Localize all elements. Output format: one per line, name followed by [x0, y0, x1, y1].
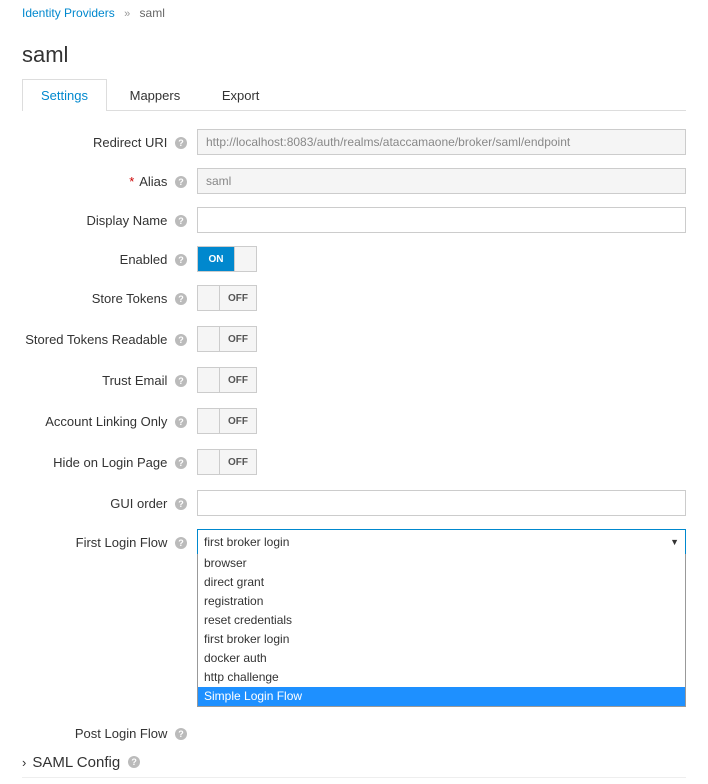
breadcrumb: Identity Providers » saml	[22, 6, 686, 20]
saml-config-section-toggle[interactable]: › SAML Config ?	[22, 754, 686, 778]
flow-option[interactable]: first broker login	[198, 630, 685, 649]
help-icon[interactable]: ?	[175, 137, 187, 149]
enabled-toggle[interactable]: ON	[197, 246, 257, 272]
first-login-flow-dropdown[interactable]: browserdirect grantregistrationreset cre…	[197, 554, 686, 707]
first-login-flow-value: first broker login	[204, 535, 289, 549]
toggle-handle	[198, 368, 220, 392]
redirect-uri-input[interactable]	[197, 129, 686, 155]
toggle-handle	[198, 286, 220, 310]
flow-option[interactable]: reset credentials	[198, 611, 685, 630]
chevron-down-icon: ▼	[670, 537, 679, 547]
store-tokens-toggle[interactable]: OFF	[197, 285, 257, 311]
label-trust-email: Trust Email	[102, 373, 167, 388]
help-icon[interactable]: ?	[175, 416, 187, 428]
display-name-input[interactable]	[197, 207, 686, 233]
flow-option[interactable]: direct grant	[198, 573, 685, 592]
label-alias: Alias	[139, 174, 167, 189]
help-icon[interactable]: ?	[175, 498, 187, 510]
page-title: saml	[22, 42, 686, 68]
flow-option[interactable]: registration	[198, 592, 685, 611]
breadcrumb-current: saml	[140, 6, 165, 20]
toggle-off-label: OFF	[220, 286, 256, 310]
saml-config-title: SAML Config	[32, 754, 120, 771]
breadcrumb-parent-link[interactable]: Identity Providers	[22, 6, 115, 20]
flow-option[interactable]: Simple Login Flow	[198, 687, 685, 706]
toggle-on-label: ON	[198, 247, 234, 271]
toggle-handle	[198, 409, 220, 433]
label-post-login-flow: Post Login Flow	[75, 726, 168, 741]
gui-order-input[interactable]	[197, 490, 686, 516]
tab-settings[interactable]: Settings	[22, 79, 107, 111]
chevron-right-icon: ›	[22, 755, 26, 770]
help-icon[interactable]: ?	[175, 375, 187, 387]
help-icon[interactable]: ?	[175, 457, 187, 469]
toggle-off-label: OFF	[220, 368, 256, 392]
hide-on-login-page-toggle[interactable]: OFF	[197, 449, 257, 475]
tab-mappers[interactable]: Mappers	[111, 79, 200, 111]
label-first-login-flow: First Login Flow	[76, 535, 168, 550]
toggle-handle	[234, 247, 256, 271]
label-display-name: Display Name	[86, 213, 167, 228]
breadcrumb-separator: »	[124, 8, 130, 20]
alias-input[interactable]	[197, 168, 686, 194]
help-icon[interactable]: ?	[175, 215, 187, 227]
toggle-off-label: OFF	[220, 450, 256, 474]
label-account-linking-only: Account Linking Only	[45, 414, 167, 429]
help-icon[interactable]: ?	[175, 334, 187, 346]
account-linking-only-toggle[interactable]: OFF	[197, 408, 257, 434]
label-stored-tokens-readable: Stored Tokens Readable	[25, 332, 167, 347]
help-icon[interactable]: ?	[175, 254, 187, 266]
help-icon[interactable]: ?	[175, 293, 187, 305]
stored-tokens-readable-toggle[interactable]: OFF	[197, 326, 257, 352]
flow-option[interactable]: docker auth	[198, 649, 685, 668]
help-icon[interactable]: ?	[175, 728, 187, 740]
label-gui-order: GUI order	[110, 496, 167, 511]
help-icon[interactable]: ?	[175, 176, 187, 188]
tab-export[interactable]: Export	[203, 79, 279, 111]
label-redirect-uri: Redirect URI	[93, 135, 167, 150]
toggle-off-label: OFF	[220, 327, 256, 351]
label-hide-on-login-page: Hide on Login Page	[53, 455, 167, 470]
tabs: Settings Mappers Export	[22, 78, 686, 111]
flow-option[interactable]: http challenge	[198, 668, 685, 687]
toggle-off-label: OFF	[220, 409, 256, 433]
required-marker: *	[129, 174, 134, 189]
help-icon[interactable]: ?	[128, 756, 140, 768]
flow-option[interactable]: browser	[198, 554, 685, 573]
toggle-handle	[198, 327, 220, 351]
help-icon[interactable]: ?	[175, 537, 187, 549]
label-enabled: Enabled	[120, 252, 168, 267]
label-store-tokens: Store Tokens	[92, 291, 168, 306]
toggle-handle	[198, 450, 220, 474]
first-login-flow-select[interactable]: first broker login ▼	[197, 529, 686, 555]
trust-email-toggle[interactable]: OFF	[197, 367, 257, 393]
